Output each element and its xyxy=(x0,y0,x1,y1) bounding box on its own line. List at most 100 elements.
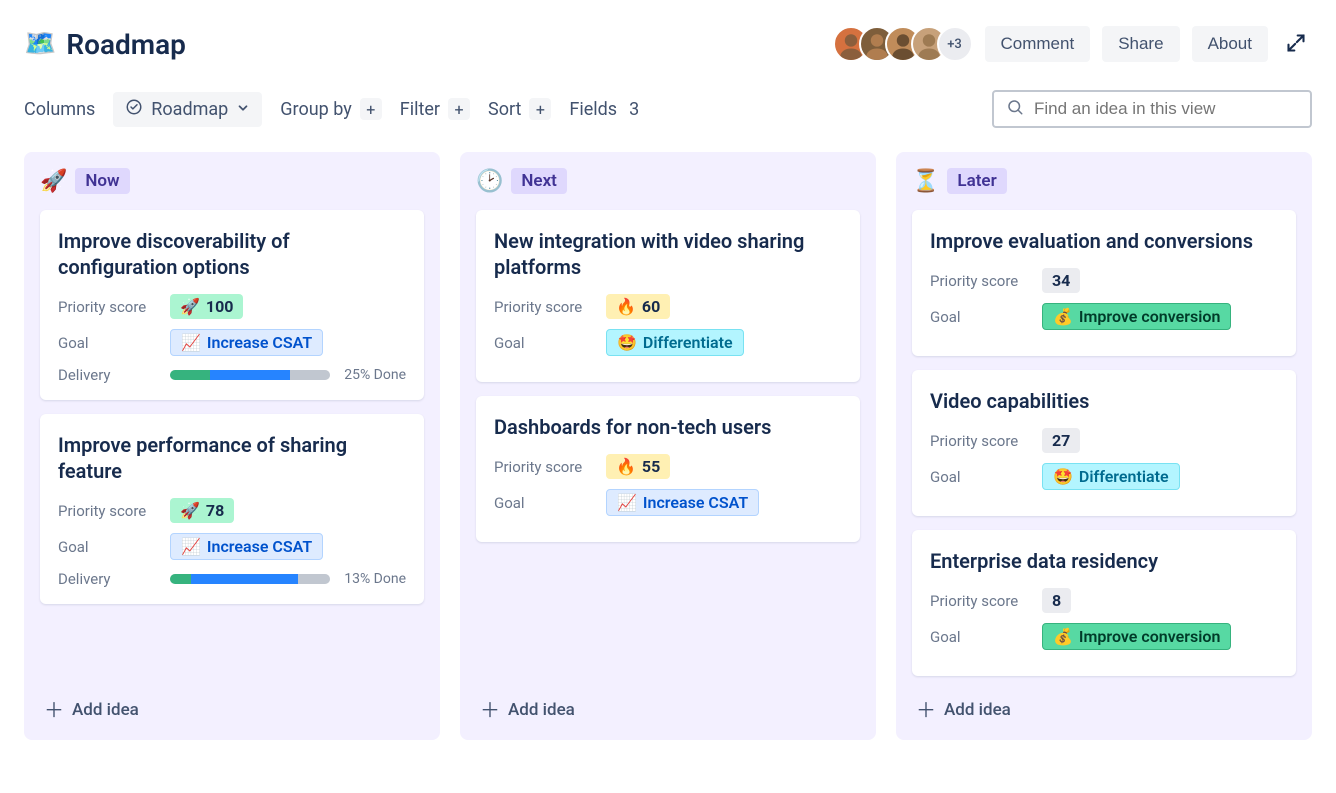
goal-row: Goal 📈 Increase CSAT xyxy=(58,533,406,560)
avatar-overflow[interactable]: +3 xyxy=(937,26,973,62)
sort-control[interactable]: Sort + xyxy=(488,98,551,120)
score-emoji-icon: 🚀 xyxy=(180,501,200,520)
goal-badge: 💰 Improve conversion xyxy=(1042,303,1231,330)
columns-selector[interactable]: Roadmap xyxy=(113,92,262,127)
priority-score-badge: 🚀 78 xyxy=(170,498,234,523)
idea-card[interactable]: Improve discoverability of configuration… xyxy=(40,210,424,400)
plus-icon: ＋ xyxy=(480,700,500,720)
goal-emoji-icon: 📈 xyxy=(617,493,637,512)
card-title: Video capabilities xyxy=(930,388,1278,414)
column-title: Now xyxy=(75,168,129,194)
fields-count: 3 xyxy=(629,99,639,120)
priority-score-badge: 🚀 100 xyxy=(170,294,243,319)
goal-label: Goal xyxy=(494,494,592,512)
board-column: 🚀 Now Improve discoverability of configu… xyxy=(24,152,440,740)
idea-card[interactable]: Video capabilities Priority score 27 Goa… xyxy=(912,370,1296,516)
column-emoji: ⏳ xyxy=(912,169,939,194)
priority-score-value: 100 xyxy=(206,297,234,316)
column-title: Later xyxy=(947,168,1006,194)
priority-score-badge: 🔥60 xyxy=(606,294,670,319)
comment-button[interactable]: Comment xyxy=(985,26,1091,62)
group-by-label: Group by xyxy=(280,99,351,120)
fields-label: Fields xyxy=(569,99,617,120)
goal-emoji-icon: 📈 xyxy=(181,333,201,352)
priority-score-value: 34 xyxy=(1052,271,1070,290)
column-emoji: 🚀 xyxy=(40,169,67,194)
delivery-progress-bar xyxy=(170,574,330,584)
goal-row: Goal 💰 Improve conversion xyxy=(930,303,1278,330)
delivery-progress-bar xyxy=(170,370,330,380)
goal-badge: 📈 Increase CSAT xyxy=(606,489,759,516)
columns-selector-value: Roadmap xyxy=(151,99,228,120)
card-title: Improve performance of sharing feature xyxy=(58,432,406,484)
delivery-label: Delivery xyxy=(58,366,156,384)
goal-badge: 📈 Increase CSAT xyxy=(170,533,323,560)
expand-icon xyxy=(1286,33,1306,56)
page-title-wrap: 🗺️ Roadmap xyxy=(24,28,186,61)
priority-score-value: 8 xyxy=(1052,591,1061,610)
priority-label: Priority score xyxy=(58,502,156,520)
progress-done-segment xyxy=(170,574,191,584)
priority-score-value: 60 xyxy=(642,297,660,316)
add-idea-button[interactable]: ＋ Add idea xyxy=(476,690,860,724)
priority-row: Priority score 27 xyxy=(930,428,1278,453)
goal-emoji-icon: 🤩 xyxy=(1053,467,1073,486)
card-title: Dashboards for non-tech users xyxy=(494,414,842,440)
add-idea-button[interactable]: ＋Add idea xyxy=(912,690,1296,724)
idea-card[interactable]: Dashboards for non-tech users Priority s… xyxy=(476,396,860,542)
goal-row: Goal 💰 Improve conversion xyxy=(930,623,1278,650)
search-icon xyxy=(1006,98,1024,120)
priority-row: Priority score 🚀100 xyxy=(58,294,406,319)
goal-row: Goal 🤩 Differentiate xyxy=(930,463,1278,490)
idea-card[interactable]: Improve evaluation and conversions Prior… xyxy=(912,210,1296,356)
idea-card[interactable]: New integration with video sharing platf… xyxy=(476,210,860,382)
progress-remaining-segment xyxy=(290,370,330,380)
filter-control[interactable]: Filter + xyxy=(400,98,470,120)
column-header: ⏳ Later xyxy=(912,168,1296,194)
about-button[interactable]: About xyxy=(1192,26,1268,62)
chevron-down-icon xyxy=(236,99,250,120)
card-title: Improve discoverability of configuration… xyxy=(58,228,406,280)
priority-row: Priority score 🔥60 xyxy=(494,294,842,319)
goal-text: Increase CSAT xyxy=(207,333,312,352)
add-idea-label: Add idea xyxy=(72,700,139,720)
delivery-percent: 25% Done xyxy=(344,367,406,383)
plus-icon: + xyxy=(448,98,470,120)
search-box[interactable] xyxy=(992,90,1312,128)
priority-row: Priority score 34 xyxy=(930,268,1278,293)
priority-label: Priority score xyxy=(930,272,1028,290)
share-button[interactable]: Share xyxy=(1102,26,1179,62)
columns-label: Columns xyxy=(24,99,95,120)
header-bar: 🗺️ Roadmap +3 Comment Share About xyxy=(24,26,1312,62)
priority-score-value: 78 xyxy=(206,501,224,520)
goal-row: Goal 📈 Increase CSAT xyxy=(494,489,842,516)
score-emoji-icon: 🚀 xyxy=(180,297,200,316)
goal-row: Goal 🤩 Differentiate xyxy=(494,329,842,356)
goal-label: Goal xyxy=(58,334,156,352)
priority-row: Priority score 8 xyxy=(930,588,1278,613)
page-emoji: 🗺️ xyxy=(24,29,56,59)
goal-emoji-icon: 📈 xyxy=(181,537,201,556)
check-circle-icon xyxy=(125,98,143,121)
search-input[interactable] xyxy=(1034,99,1298,119)
group-by-control[interactable]: Group by + xyxy=(280,98,381,120)
idea-card[interactable]: Improve performance of sharing feature P… xyxy=(40,414,424,604)
expand-button[interactable] xyxy=(1280,27,1312,62)
idea-card[interactable]: Enterprise data residency Priority score… xyxy=(912,530,1296,676)
column-emoji: 🕑 xyxy=(476,169,503,194)
fields-control[interactable]: Fields 3 xyxy=(569,99,639,120)
delivery-percent: 13% Done xyxy=(344,571,406,587)
add-idea-button[interactable]: ＋Add idea xyxy=(40,690,424,724)
delivery-row: Delivery 25% Done xyxy=(58,366,406,384)
progress-inprogress-segment xyxy=(191,574,298,584)
progress-inprogress-segment xyxy=(210,370,290,380)
priority-label: Priority score xyxy=(494,298,592,316)
add-idea-label: Add idea xyxy=(508,700,575,720)
goal-badge: 🤩 Differentiate xyxy=(606,329,744,356)
priority-score-value: 27 xyxy=(1052,431,1070,450)
card-title: Enterprise data residency xyxy=(930,548,1278,574)
collaborator-avatars[interactable]: +3 xyxy=(833,26,973,62)
toolbar: Columns Roadmap Group by + Filter + Sort… xyxy=(24,90,1312,128)
goal-text: Improve conversion xyxy=(1079,627,1220,646)
goal-text: Increase CSAT xyxy=(643,493,748,512)
